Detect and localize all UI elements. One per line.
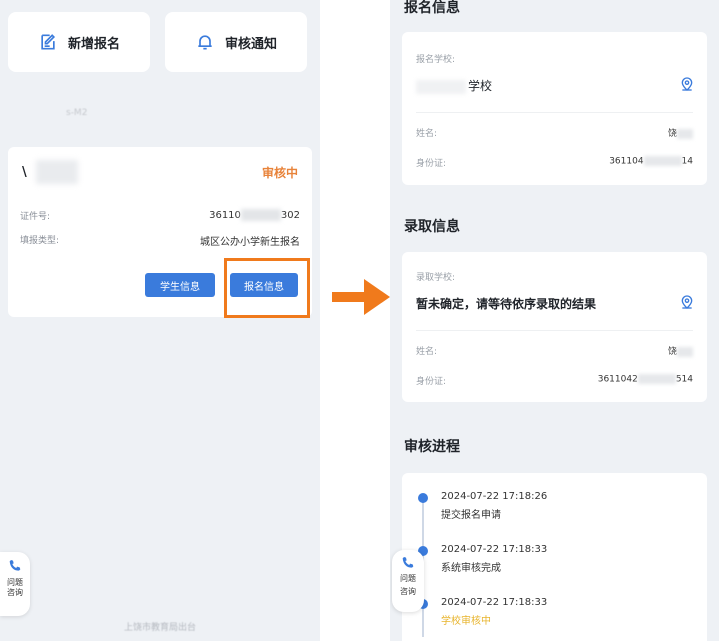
admission-id-label: 身份证: [416, 377, 447, 387]
id-redaction [240, 209, 281, 221]
student-info-button[interactable]: 学生信息 [145, 273, 215, 297]
timeline-dot [418, 493, 428, 503]
admission-name-value-group: 饶 [668, 344, 693, 357]
id-value-group: 36110 302 [209, 209, 300, 222]
signup-id-row: 身份证: 361104 14 [416, 156, 693, 169]
admission-id-row: 身份证: 3611042 514 [416, 374, 693, 387]
school-redaction [416, 79, 466, 94]
step-desc: 系统审核完成 [441, 563, 501, 574]
signup-info-title: 报名信息 [404, 0, 460, 16]
consult-floating-button[interactable]: 问题 咨询 [392, 550, 424, 612]
blurred-heading: s-M2 [66, 108, 88, 118]
type-label: 填报类型: [20, 236, 60, 246]
left-screen: 新增报名 审核通知 s-M2 \ 审核中 证件号: 36110 302 填报类型:… [0, 0, 320, 641]
id-redaction [643, 156, 682, 166]
step-time: 2024-07-22 17:18:26 [441, 491, 548, 502]
type-value: 城区公办小学新生报名 [200, 237, 300, 248]
admission-name-row: 姓名: 饶 [416, 344, 693, 357]
divider [416, 330, 693, 331]
location-pin-icon[interactable] [679, 294, 695, 310]
review-progress-title: 审核进程 [404, 439, 460, 455]
type-row: 填报类型: 城区公办小学新生报名 [20, 233, 300, 248]
step-time: 2024-07-22 17:18:33 [441, 544, 548, 555]
id-value-tail: 302 [280, 210, 300, 221]
consult-label: 问题 [7, 578, 23, 587]
name-redaction [677, 346, 693, 357]
student-name: \ [22, 165, 28, 180]
highlight-box [224, 258, 310, 318]
phone-icon [402, 557, 414, 568]
review-progress-card: 2024-07-22 17:18:26 提交报名申请 2024-07-22 17… [402, 473, 707, 641]
admission-id-value-group: 3611042 514 [598, 374, 693, 387]
signup-school-label: 报名学校: [416, 55, 456, 65]
review-notice-label: 审核通知 [224, 36, 277, 52]
bell-icon [198, 35, 212, 50]
signup-id-value: 361104 [609, 156, 644, 167]
step-time: 2024-07-22 17:18:33 [441, 597, 548, 608]
new-registration-label: 新增报名 [67, 36, 120, 52]
new-registration-button[interactable]: 新增报名 [8, 12, 150, 72]
admission-info-card: 录取学校: 暂未确定，请等待依序录取的结果 姓名: 饶 身份证: 3611042… [402, 252, 707, 402]
phone-icon [9, 560, 21, 571]
name-redaction [677, 128, 693, 139]
id-value: 36110 [209, 210, 241, 221]
signup-id-label: 身份证: [416, 159, 447, 169]
signup-name-label: 姓名: [416, 129, 438, 139]
admission-name-label: 姓名: [416, 347, 438, 357]
signup-id-tail: 14 [681, 156, 693, 167]
admission-id-value: 3611042 [597, 374, 638, 385]
review-notice-button[interactable]: 审核通知 [165, 12, 307, 72]
id-row: 证件号: 36110 302 [20, 209, 300, 222]
status-badge: 审核中 [261, 166, 298, 180]
admission-id-tail: 514 [675, 374, 693, 385]
location-pin-icon[interactable] [679, 76, 695, 92]
signup-id-value-group: 361104 14 [609, 156, 693, 169]
arrow-right-icon [332, 279, 390, 315]
admission-school-value: 暂未确定，请等待依序录取的结果 [416, 297, 597, 311]
signup-school-value-group: 学校 [416, 77, 492, 94]
admission-info-title: 录取信息 [404, 219, 460, 235]
signup-name-row: 姓名: 饶 [416, 126, 693, 139]
admission-school-label: 录取学校: [416, 273, 456, 283]
signup-info-card: 报名学校: 学校 姓名: 饶 身份证: 361104 14 [402, 32, 707, 185]
admission-name-value: 饶 [667, 347, 677, 357]
divider [416, 112, 693, 113]
consult-floating-button[interactable]: 问题 咨询 [0, 552, 30, 616]
step-desc-pending: 学校审核中 [441, 616, 491, 627]
signup-school-value: 学校 [468, 79, 493, 93]
step-desc: 提交报名申请 [441, 510, 501, 521]
signup-name-value: 饶 [667, 129, 677, 139]
id-label: 证件号: [20, 212, 51, 222]
consult-label-2: 咨询 [400, 587, 416, 596]
edit-document-icon [41, 34, 55, 50]
footer-note: 上饶市教育局出台 [123, 623, 196, 633]
consult-label-2: 咨询 [7, 588, 23, 597]
name-redaction [36, 160, 78, 184]
id-redaction [637, 374, 676, 384]
consult-label: 问题 [400, 574, 416, 583]
signup-name-value-group: 饶 [668, 126, 693, 139]
right-screen: 报名信息 报名学校: 学校 姓名: 饶 身份证: 361104 14 录取信息 录… [390, 0, 719, 641]
